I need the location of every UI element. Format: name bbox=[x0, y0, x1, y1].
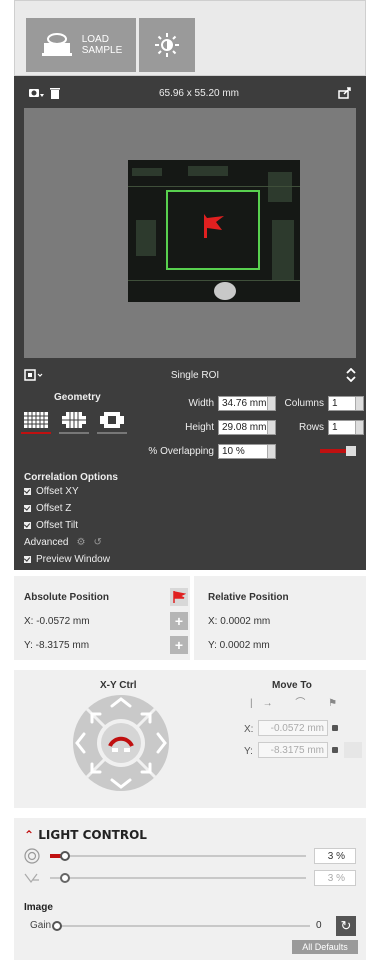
xy-ctrl-title: X-Y Ctrl bbox=[100, 680, 137, 691]
grid-full-icon[interactable] bbox=[21, 412, 51, 434]
geometry-options bbox=[21, 412, 127, 434]
grid-ring-icon[interactable] bbox=[97, 412, 127, 434]
brightness-button[interactable] bbox=[139, 18, 195, 72]
load-sample-button[interactable]: LOAD SAMPLE bbox=[26, 18, 136, 72]
xy-control-panel: X-Y Ctrl Move To |→ ⌒ ⚑ X: -0.0572 mm Y:… bbox=[14, 670, 366, 808]
advanced-reset-icon[interactable]: ↺ bbox=[93, 537, 101, 548]
height-label: Height bbox=[185, 422, 214, 433]
move-y-label: Y: bbox=[244, 746, 253, 757]
move-x-input[interactable]: -0.0572 mm bbox=[258, 720, 328, 736]
correlation-title: Correlation Options bbox=[24, 472, 118, 483]
overlap-label: % Overlapping bbox=[148, 446, 214, 457]
gain-slider-knob[interactable] bbox=[52, 921, 62, 931]
roi-rectangle[interactable] bbox=[166, 190, 260, 270]
light-slider-2: 3 % bbox=[24, 870, 356, 886]
light-control-title: LIGHT CONTROL bbox=[38, 828, 147, 842]
offset-tilt-checkbox[interactable] bbox=[24, 521, 31, 529]
lock-x-icon[interactable] bbox=[332, 725, 338, 731]
absolute-position-title: Absolute Position bbox=[24, 592, 109, 603]
trash-icon[interactable] bbox=[50, 87, 60, 99]
gain-reset-button[interactable]: ↻ bbox=[336, 916, 356, 936]
geometry-label: Geometry bbox=[54, 392, 101, 403]
load-label-line1: LOAD bbox=[81, 34, 109, 45]
position-panel: Absolute Position X: -0.0572 mm Y: -8.31… bbox=[14, 576, 366, 660]
offset-z-checkbox[interactable] bbox=[24, 504, 31, 512]
camera-viewport[interactable] bbox=[24, 108, 356, 358]
preview-window-option[interactable]: Preview Window bbox=[24, 554, 110, 565]
ring-light-icon bbox=[24, 848, 40, 864]
offset-xy-checkbox[interactable] bbox=[24, 487, 31, 495]
load-sample-icon bbox=[41, 33, 72, 56]
absolute-x: X: -0.0572 mm bbox=[24, 616, 90, 627]
relative-x: X: 0.0002 mm bbox=[208, 616, 271, 627]
gain-label: Gain bbox=[30, 920, 52, 931]
width-label: Width bbox=[188, 398, 214, 409]
move-y-input[interactable]: -8.3175 mm bbox=[258, 742, 328, 758]
columns-label: Columns bbox=[284, 398, 324, 409]
collapse-icon[interactable]: ⌃ bbox=[24, 828, 34, 842]
relative-position-box: Relative Position X: 0.0002 mm Y: 0.0002… bbox=[198, 576, 366, 660]
all-defaults-button[interactable]: All Defaults bbox=[292, 940, 358, 954]
relative-position-title: Relative Position bbox=[208, 592, 289, 603]
light-slider-1-value[interactable]: 3 % bbox=[314, 848, 356, 864]
side-light-icon bbox=[24, 873, 39, 883]
lock-y-icon[interactable] bbox=[332, 747, 338, 753]
roi-mode: Single ROI bbox=[170, 369, 220, 381]
offset-xy-option[interactable]: Offset XY bbox=[24, 486, 79, 497]
absolute-position-box: Absolute Position X: -0.0572 mm Y: -8.31… bbox=[14, 576, 194, 660]
advanced-label: Advanced bbox=[24, 537, 69, 548]
load-label-line2: SAMPLE bbox=[81, 45, 123, 56]
joystick[interactable] bbox=[72, 694, 170, 792]
absolute-y: Y: -8.3175 mm bbox=[24, 640, 90, 651]
move-x-label: X: bbox=[244, 724, 254, 735]
grid-cross-icon[interactable] bbox=[59, 412, 89, 434]
flag-button[interactable] bbox=[170, 588, 188, 606]
overlap-input[interactable]: 10 % bbox=[218, 444, 276, 459]
light-slider-2-value[interactable]: 3 % bbox=[314, 870, 356, 886]
gain-slider-track[interactable] bbox=[56, 925, 310, 927]
image-title: Image bbox=[24, 902, 53, 913]
move-to-title: Move To bbox=[272, 680, 312, 691]
flag-icon bbox=[204, 214, 224, 238]
reset-icon: ↻ bbox=[340, 918, 352, 933]
light-control-panel: ⌃ LIGHT CONTROL 3 % 3 % Image Gain 0 ↻ A… bbox=[14, 818, 366, 960]
red-flag-icon bbox=[173, 591, 187, 603]
camera-dimensions: 65.96 x 55.20 mm bbox=[158, 87, 240, 99]
light-slider-1-knob[interactable] bbox=[60, 851, 70, 861]
sun-icon bbox=[155, 33, 179, 57]
offset-z-option[interactable]: Offset Z bbox=[24, 503, 71, 514]
preview-window-checkbox[interactable] bbox=[24, 555, 31, 563]
sample-image bbox=[128, 160, 300, 302]
gain-value: 0 bbox=[316, 920, 322, 931]
light-slider-1: 3 % bbox=[24, 848, 356, 864]
light-slider-2-knob[interactable] bbox=[60, 873, 70, 883]
updown-arrows-icon[interactable] bbox=[346, 368, 356, 382]
camera-panel: 65.96 x 55.20 mm Single ROI Geometry Wid… bbox=[14, 76, 366, 570]
relative-y: Y: 0.0002 mm bbox=[208, 640, 270, 651]
offset-tilt-option[interactable]: Offset Tilt bbox=[24, 520, 78, 531]
go-button[interactable] bbox=[344, 742, 362, 758]
advanced-settings-icon[interactable]: ⚙ bbox=[76, 537, 85, 548]
add-x-button[interactable]: + bbox=[170, 612, 188, 630]
width-input[interactable]: 34.76 mm bbox=[218, 396, 276, 411]
roi-shape-icon[interactable] bbox=[24, 369, 44, 381]
top-toolbar: LOAD SAMPLE bbox=[14, 0, 366, 76]
add-y-button[interactable]: + bbox=[170, 636, 188, 654]
columns-input[interactable]: 1 bbox=[328, 396, 364, 411]
rows-input[interactable]: 1 bbox=[328, 420, 364, 435]
plus-icon: + bbox=[174, 637, 184, 653]
move-mode-icons[interactable]: |→ ⌒ ⚑ bbox=[250, 694, 347, 709]
rows-label: Rows bbox=[298, 422, 324, 433]
camera-icon[interactable] bbox=[28, 87, 46, 99]
export-icon[interactable] bbox=[338, 87, 352, 99]
plus-icon: + bbox=[174, 613, 184, 629]
overlap-toggle[interactable] bbox=[320, 446, 356, 456]
height-input[interactable]: 29.08 mm bbox=[218, 420, 276, 435]
